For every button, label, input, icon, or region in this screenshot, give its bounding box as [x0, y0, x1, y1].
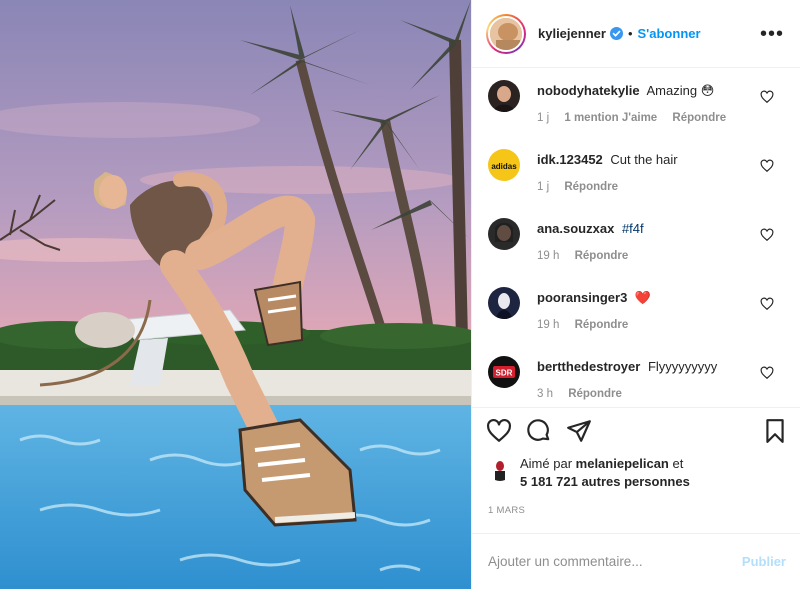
comment-icon[interactable] [526, 418, 552, 444]
comments-list[interactable]: nobodyhatekylie Amazing 😳 1 j 1 mention … [472, 68, 800, 407]
comment-like-heart-icon[interactable] [760, 297, 774, 311]
comment-username[interactable]: bertthedestroyer [537, 359, 640, 374]
post-sidebar: kyliejenner • S'abonner ••• nobodyhateky… [471, 0, 800, 589]
author-avatar[interactable] [486, 13, 526, 54]
post-photo[interactable] [0, 0, 471, 589]
comment-hashtag[interactable]: #f4f [622, 221, 644, 236]
comment-item: nobodyhatekylie Amazing 😳 1 j 1 mention … [488, 78, 784, 147]
liker-avatar[interactable] [488, 457, 512, 481]
commenter-avatar[interactable] [488, 80, 520, 112]
likes-count[interactable]: 5 181 721 autres personnes [520, 474, 690, 489]
comment-time[interactable]: 19 h [537, 319, 559, 331]
reply-button[interactable]: Répondre [564, 181, 618, 193]
avatar-image [488, 15, 524, 52]
comment-like-heart-icon[interactable] [760, 159, 774, 173]
svg-text:SDR: SDR [496, 369, 513, 378]
comment-emoji: ❤️ [634, 290, 652, 305]
comment-emoji: 😳 [700, 83, 715, 98]
likes-summary: Aimé par melaniepelican et 5 181 721 aut… [472, 453, 800, 501]
commenter-avatar[interactable] [488, 287, 520, 319]
commenter-avatar[interactable] [488, 218, 520, 250]
likes-prefix: Aimé par [520, 456, 573, 471]
comment-text: Amazing [646, 83, 698, 98]
reply-button[interactable]: Répondre [672, 112, 726, 124]
liker-username[interactable]: melaniepelican [576, 456, 669, 471]
commenter-avatar[interactable]: adidas [488, 149, 520, 181]
comment-item: adidas idk.123452 Cut the hair 1 j Répon… [488, 147, 784, 216]
heart-icon[interactable] [486, 418, 512, 444]
comment-text: Cut the hair [610, 152, 678, 167]
likes-suffix: et [672, 456, 684, 471]
paper-plane-icon[interactable] [566, 418, 592, 444]
comment-like-heart-icon[interactable] [760, 228, 774, 242]
instagram-post-modal: kyliejenner • S'abonner ••• nobodyhateky… [0, 0, 800, 589]
svg-text:adidas: adidas [491, 162, 517, 171]
post-date[interactable]: 1 MARS [472, 501, 800, 533]
post-actions-bar [472, 407, 800, 453]
post-header: kyliejenner • S'abonner ••• [472, 0, 800, 68]
comment-text: Flyyyyyyyyy [647, 359, 718, 374]
reply-button[interactable]: Répondre [575, 250, 629, 262]
comment-username[interactable]: pooransinger3 [537, 290, 627, 305]
commenter-avatar[interactable]: SDR [488, 356, 520, 388]
reply-button[interactable]: Répondre [568, 388, 622, 400]
bookmark-icon[interactable] [762, 418, 788, 444]
more-options-icon[interactable]: ••• [760, 24, 784, 44]
comment-likes-count[interactable]: 1 mention J'aime [564, 112, 657, 124]
add-comment-bar: Publier [472, 533, 800, 589]
reply-button[interactable]: Répondre [575, 319, 629, 331]
follow-button[interactable]: S'abonner [638, 26, 701, 41]
comment-item: pooransinger3 ❤️ 19 h Répondre [488, 285, 784, 354]
comment-username[interactable]: idk.123452 [537, 152, 603, 167]
separator-dot: • [627, 26, 633, 41]
author-username[interactable]: kyliejenner [538, 26, 606, 41]
comment-item: ana.souzxax #f4f 19 h Répondre [488, 216, 784, 285]
comment-like-heart-icon[interactable] [760, 366, 774, 380]
post-image [0, 0, 471, 589]
comment-like-heart-icon[interactable] [760, 90, 774, 104]
comment-username[interactable]: nobodyhatekylie [537, 83, 640, 98]
publish-button[interactable]: Publier [742, 554, 786, 569]
comment-item: SDR bertthedestroyer Flyyyyyyyyy 3 h Rép… [488, 354, 784, 407]
comment-time[interactable]: 1 j [537, 112, 549, 124]
verified-badge-icon [609, 27, 623, 40]
comment-username[interactable]: ana.souzxax [537, 221, 614, 236]
comment-time[interactable]: 3 h [537, 388, 553, 400]
comment-time[interactable]: 1 j [537, 181, 549, 193]
comment-time[interactable]: 19 h [537, 250, 559, 262]
comment-input[interactable] [488, 554, 742, 569]
